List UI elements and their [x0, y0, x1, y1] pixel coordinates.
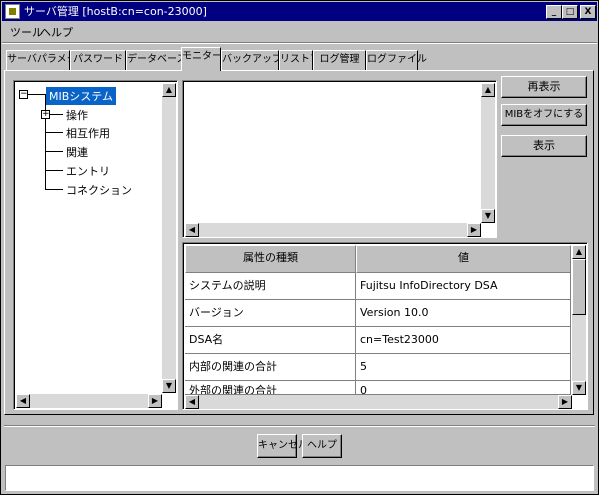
minimize-button[interactable]: _: [546, 5, 562, 19]
tree-item-mib-system[interactable]: MIBシステム: [46, 87, 116, 105]
table-cell-value: Version 10.0: [356, 300, 571, 327]
tab-log-management[interactable]: ログ管理: [313, 50, 366, 70]
show-button[interactable]: 表示: [501, 135, 587, 157]
app-icon: [5, 4, 20, 19]
tree-scroll-left-icon[interactable]: ◀: [16, 394, 30, 408]
tree-scroll-up-icon[interactable]: ▲: [162, 83, 176, 97]
tree-item-interaction[interactable]: 相互作用: [66, 125, 110, 141]
close-button[interactable]: X: [580, 5, 596, 19]
tab-password[interactable]: パスワード: [70, 50, 126, 70]
menu-separator: [2, 42, 597, 44]
detail-vscroll-track[interactable]: [481, 83, 495, 223]
tree-scroll-right-icon[interactable]: ▶: [148, 394, 162, 408]
table-cell-value: Fujitsu InfoDirectory DSA: [356, 273, 571, 300]
mib-off-button[interactable]: MIBをオフにする: [501, 104, 587, 126]
tree-item-association[interactable]: 関連: [66, 144, 88, 160]
table-scroll-thumb[interactable]: [572, 259, 586, 315]
table-scroll-left-icon[interactable]: ◀: [185, 395, 199, 409]
detail-hscroll-track[interactable]: [185, 223, 481, 237]
tab-database[interactable]: データベース: [126, 50, 187, 70]
table-cell-value: 0: [356, 381, 571, 395]
table-cell-attribute: DSA名: [185, 327, 356, 354]
table-cell-value: cn=Test23000: [356, 327, 571, 354]
tree-item-entry[interactable]: エントリ: [66, 163, 110, 179]
tab-server-params[interactable]: サーバパラメタ: [6, 50, 77, 70]
table-scroll-up-icon[interactable]: ▲: [572, 245, 586, 259]
table-scroll-right-icon[interactable]: ▶: [558, 395, 572, 409]
tree-item-connection[interactable]: コネクション: [66, 182, 132, 198]
menu-tools[interactable]: ツール: [10, 24, 43, 40]
menu-help[interactable]: ヘルプ: [40, 24, 73, 40]
column-header-value[interactable]: 値: [356, 245, 571, 273]
table-cell-attribute: システムの説明: [185, 273, 356, 300]
tree-root-collapse-icon[interactable]: −: [19, 90, 28, 99]
window-title: サーバ管理 [hostB:cn=con-23000]: [24, 5, 207, 18]
tree-vscroll-track[interactable]: [162, 83, 176, 393]
tree-scroll-down-icon[interactable]: ▼: [162, 379, 176, 393]
table-scroll-down-icon[interactable]: ▼: [572, 381, 586, 395]
table-cell-attribute: 外部の関連の合計: [185, 381, 356, 395]
table-hscroll-track[interactable]: [185, 395, 572, 409]
tree-item-operation[interactable]: 操作: [66, 107, 88, 123]
attribute-table: 属性の種類 値 システムの説明 Fujitsu InfoDirectory DS…: [182, 242, 588, 410]
maximize-button[interactable]: □: [562, 5, 578, 19]
title-bar: サーバ管理 [hostB:cn=con-23000] _ □ X: [2, 2, 597, 21]
tab-restore[interactable]: リストア: [279, 50, 320, 70]
status-bar: [5, 465, 594, 491]
table-cell-attribute: バージョン: [185, 300, 356, 327]
tab-backup[interactable]: バックアップ: [221, 50, 282, 70]
tab-monitor[interactable]: モニター: [181, 47, 222, 71]
menu-bar: ツール ヘルプ: [2, 21, 597, 41]
tab-log-file[interactable]: ログファイル: [366, 50, 427, 70]
mib-tree-pane: − MIBシステム + 操作 相互作用 関連 エントリ コネクション ▲ ▼ ◀…: [13, 80, 178, 410]
table-cell-value: 5: [356, 354, 571, 381]
detail-scroll-down-icon[interactable]: ▼: [481, 209, 495, 223]
help-button[interactable]: ヘルプ: [302, 434, 342, 458]
table-cell-attribute: 内部の関連の合計: [185, 354, 356, 381]
column-header-attribute[interactable]: 属性の種類: [185, 245, 356, 273]
detail-pane: ▲ ▼ ◀ ▶: [182, 80, 497, 238]
detail-scroll-up-icon[interactable]: ▲: [481, 83, 495, 97]
cancel-button[interactable]: キャンセル: [257, 434, 308, 458]
tree-expand-icon[interactable]: +: [41, 110, 50, 119]
refresh-button[interactable]: 再表示: [501, 76, 587, 98]
bottom-separator: [4, 425, 595, 427]
detail-scroll-right-icon[interactable]: ▶: [467, 223, 481, 237]
detail-scroll-left-icon[interactable]: ◀: [185, 223, 199, 237]
tree-hscroll-track[interactable]: [16, 394, 162, 408]
